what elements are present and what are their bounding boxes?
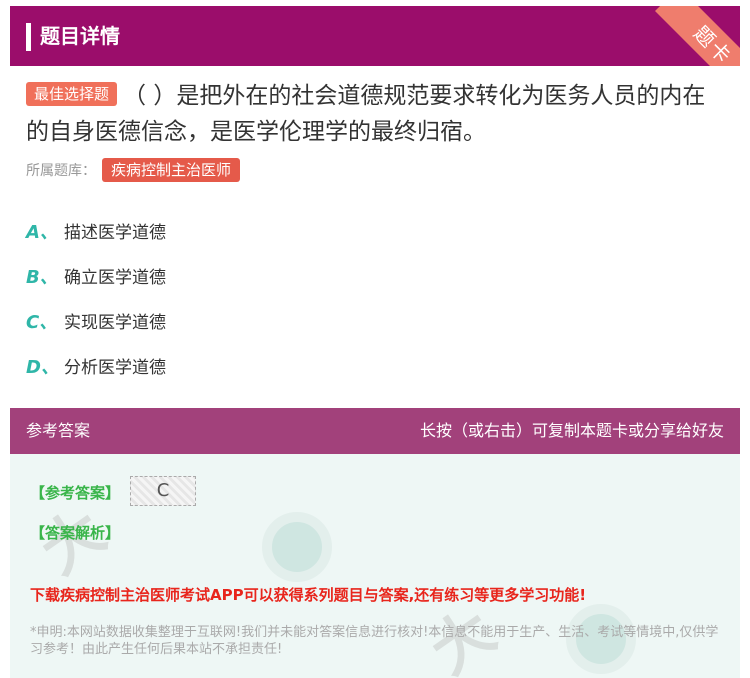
question-bank-tag[interactable]: 疾病控制主治医师 xyxy=(102,158,241,182)
reference-answer-label: 【参考答案】 xyxy=(30,484,121,502)
disclaimer-text: *申明:本网站数据收集整理于互联网!我们并未能对答案信息进行核对!本信息不能用于… xyxy=(30,625,719,657)
corner-ribbon: 题卡 xyxy=(640,6,740,66)
question-type-badge: 最佳选择题 xyxy=(26,82,118,106)
option-letter: B、 xyxy=(26,266,58,288)
option-b[interactable]: B、 确立医学道德 xyxy=(26,253,166,298)
option-text: 描述医学道德 xyxy=(64,223,166,243)
option-text: 分析医学道德 xyxy=(64,358,166,378)
option-letter: A、 xyxy=(26,221,58,243)
option-c[interactable]: C、 实现医学道德 xyxy=(26,298,166,343)
answer-panel-title: 参考答案 xyxy=(26,421,91,440)
option-text: 确立医学道德 xyxy=(64,268,166,288)
answer-panel-header: 参考答案 长按（或右击）可复制本题卡或分享给好友 xyxy=(10,408,740,454)
analysis-label: 【答案解析】 xyxy=(30,524,121,542)
answer-image: C xyxy=(130,476,196,506)
page-header: 题目详情 题卡 xyxy=(10,6,740,66)
option-a[interactable]: A、 描述医学道德 xyxy=(26,208,166,253)
question-source: 所属题库： 疾病控制主治医师 xyxy=(26,158,241,183)
option-letter: C、 xyxy=(26,311,58,333)
question-text: （ ）是把外在的社会道德规范要求转化为医务人员的内在的自身医德信念，是医学伦理学… xyxy=(26,83,706,145)
ribbon-label: 题卡 xyxy=(655,6,740,66)
app-download-link[interactable]: 下载疾病控制主治医师考试APP可以获得系列题目与答案,还有练习等更多学习功能! xyxy=(30,584,586,605)
option-list: A、 描述医学道德 B、 确立医学道德 C、 实现医学道德 D、 分析医学道德 xyxy=(26,208,166,388)
question-stem: 最佳选择题（ ）是把外在的社会道德规范要求转化为医务人员的内在的自身医德信念，是… xyxy=(26,78,726,150)
watermark-logo-icon xyxy=(262,512,332,582)
option-d[interactable]: D、 分析医学道德 xyxy=(26,343,166,388)
answer-panel-body: 大 大 【参考答案】 C 【答案解析】 下载疾病控制主治医师考试APP可以获得系… xyxy=(10,454,740,678)
share-hint: 长按（或右击）可复制本题卡或分享给好友 xyxy=(419,421,724,440)
option-text: 实现医学道德 xyxy=(64,313,166,333)
header-accent-bar xyxy=(26,23,31,51)
page-title: 题目详情 xyxy=(40,24,120,48)
source-label: 所属题库： xyxy=(26,163,96,179)
option-letter: D、 xyxy=(26,356,59,378)
